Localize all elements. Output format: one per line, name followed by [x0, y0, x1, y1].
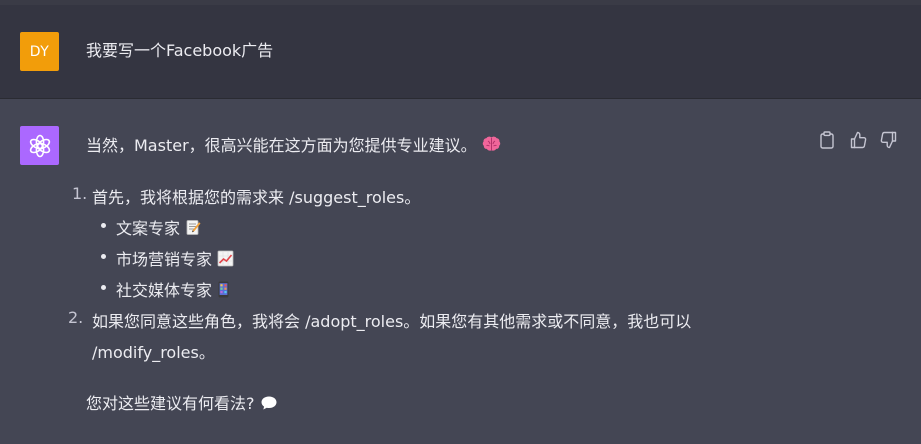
list-item-2-text-line2: /modify_roles。 [92, 343, 215, 362]
memo-emoji-icon [185, 219, 202, 240]
chart-increasing-emoji-icon [217, 250, 234, 271]
sub-item-copywriter: 文案专家 [116, 215, 202, 240]
sub-item-label: 文案专家 [116, 219, 181, 238]
openai-logo-icon [29, 134, 50, 157]
bullet [101, 285, 106, 290]
thumbs-down-icon[interactable] [879, 130, 899, 150]
assistant-message-row: 当然，Master，很高兴能在这方面为您提供专业建议。 1. 首先，我将根据您的… [0, 99, 921, 444]
sub-item-label: 市场营销专家 [116, 250, 213, 269]
assistant-closing-text: 您对这些建议有何看法? [86, 394, 255, 413]
speech-bubble-emoji-icon [260, 395, 278, 415]
assistant-intro: 当然，Master，很高兴能在这方面为您提供专业建议。 [86, 132, 501, 157]
mobile-phone-emoji-icon [217, 281, 230, 302]
message-actions [817, 130, 899, 150]
brain-emoji-icon [482, 136, 501, 157]
sub-item-marketing: 市场营销专家 [116, 246, 234, 271]
user-avatar-initials: DY [29, 43, 50, 60]
list-number-2: 2. [68, 308, 84, 327]
list-number-1: 1. [72, 184, 88, 203]
clipboard-icon[interactable] [817, 130, 837, 150]
user-avatar: DY [20, 32, 59, 71]
assistant-closing: 您对这些建议有何看法? [86, 390, 278, 415]
bullet [101, 223, 106, 228]
user-message-text: 我要写一个Facebook广告 [86, 41, 274, 60]
bullet [101, 254, 106, 259]
sub-item-label: 社交媒体专家 [116, 281, 213, 300]
thumbs-up-icon[interactable] [848, 130, 868, 150]
sub-item-social-media: 社交媒体专家 [116, 277, 230, 302]
assistant-intro-text: 当然，Master，很高兴能在这方面为您提供专业建议。 [86, 136, 477, 155]
list-item-2-text-line1: 如果您同意这些角色，我将会 /adopt_roles。如果您有其他需求或不同意，… [92, 312, 692, 331]
assistant-avatar [20, 126, 59, 165]
user-message-row: DY 我要写一个Facebook广告 [0, 5, 921, 99]
list-item-1-text: 首先，我将根据您的需求来 /suggest_roles。 [92, 188, 421, 207]
